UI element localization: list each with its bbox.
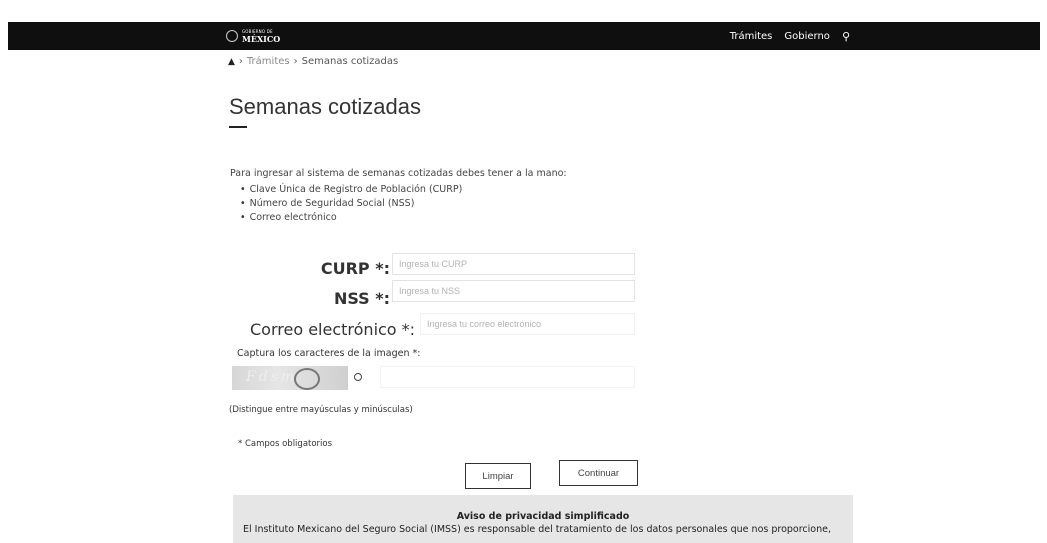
nss-input[interactable] xyxy=(392,280,635,302)
privacy-notice: Aviso de privacidad simplificado El Inst… xyxy=(233,495,853,543)
captcha-swirl xyxy=(294,368,320,390)
logo-text: GOBIERNO DE MÉXICO xyxy=(242,29,281,44)
page-title: Semanas cotizadas xyxy=(229,94,421,119)
requirements-list: Clave Única de Registro de Población (CU… xyxy=(230,183,463,225)
list-item: Correo electrónico xyxy=(240,211,462,225)
list-item: Número de Seguridad Social (NSS) xyxy=(240,197,462,211)
home-icon[interactable]: ▲ xyxy=(228,57,235,67)
captcha-characters: Fdsm xyxy=(246,369,298,385)
email-field[interactable] xyxy=(420,313,635,335)
logo-big-text: MÉXICO xyxy=(242,34,281,44)
continue-button[interactable]: Continuar xyxy=(559,460,638,486)
breadcrumb-current: Semanas cotizadas xyxy=(301,56,399,67)
captcha-label: Captura los caracteres de la imagen *: xyxy=(237,348,421,359)
captcha-input[interactable] xyxy=(380,366,635,388)
search-icon[interactable]: ⚲ xyxy=(842,30,850,43)
main-nav: Trámites Gobierno ⚲ xyxy=(730,22,850,50)
breadcrumb: ▲ › Trámites › Semanas cotizadas xyxy=(228,56,398,67)
breadcrumb-separator: › xyxy=(293,56,298,67)
seal-icon xyxy=(226,29,238,42)
clear-button[interactable]: Limpiar xyxy=(465,463,531,489)
list-item: Clave Única de Registro de Población (CU… xyxy=(240,183,463,197)
captcha-image: Fdsm xyxy=(232,366,348,390)
gobierno-mexico-logo[interactable]: GOBIERNO DE MÉXICO xyxy=(226,29,281,44)
privacy-text: El Instituto Mexicano del Seguro Social … xyxy=(243,524,831,535)
curp-label: CURP *: xyxy=(320,259,390,278)
nss-label: NSS *: xyxy=(333,289,390,308)
intro-text: Para ingresar al sistema de semanas coti… xyxy=(230,168,567,179)
case-sensitivity-note: (Distingue entre mayúsculas y minúsculas… xyxy=(229,405,413,415)
nav-link-gobierno[interactable]: Gobierno xyxy=(784,31,830,42)
email-label: Correo electrónico *: xyxy=(250,320,416,339)
privacy-title: Aviso de privacidad simplificado xyxy=(456,511,630,522)
title-underline xyxy=(229,126,247,128)
curp-input[interactable] xyxy=(392,253,635,275)
nav-link-tramites[interactable]: Trámites xyxy=(730,31,773,42)
breadcrumb-separator: › xyxy=(238,56,243,67)
refresh-captcha-icon[interactable] xyxy=(354,373,362,381)
breadcrumb-link-tramites[interactable]: Trámites xyxy=(247,56,290,67)
required-fields-note: * Campos obligatorios xyxy=(238,439,333,449)
top-navbar: GOBIERNO DE MÉXICO Trámites Gobierno ⚲ xyxy=(8,22,1040,50)
